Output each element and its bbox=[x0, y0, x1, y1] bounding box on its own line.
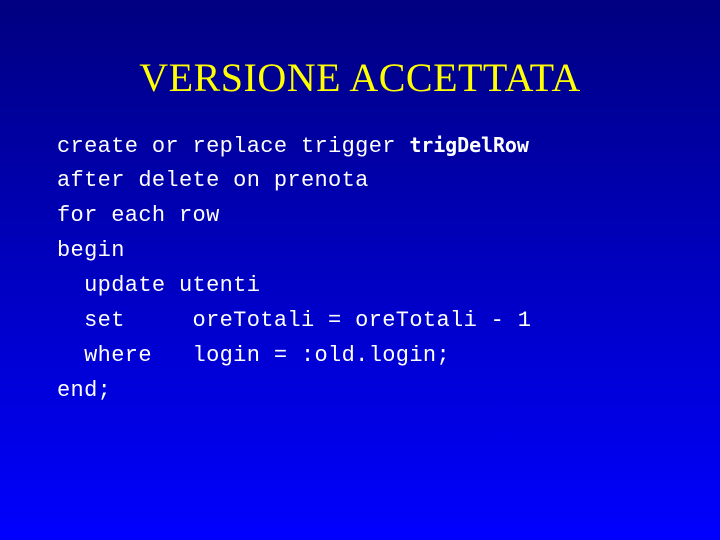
code-line: end; bbox=[57, 373, 677, 408]
code-line: set oreTotali = oreTotali - 1 bbox=[57, 303, 677, 338]
code-line: create or replace trigger trigDelRow bbox=[57, 128, 677, 163]
page-title: VERSIONE ACCETTATA bbox=[139, 55, 581, 100]
code-line: for each row bbox=[57, 198, 677, 233]
code-line-text: begin bbox=[57, 238, 125, 263]
code-line: begin bbox=[57, 233, 677, 268]
code-line-text: where login = :old.login; bbox=[84, 343, 451, 368]
code-line: where login = :old.login; bbox=[57, 338, 677, 373]
code-line: update utenti bbox=[57, 268, 677, 303]
code-line-indent bbox=[57, 308, 84, 333]
code-line: after delete on prenota bbox=[57, 163, 677, 198]
code-line-indent bbox=[57, 343, 84, 368]
code-line-text: create or replace trigger bbox=[57, 134, 410, 159]
code-line-text: after delete on prenota bbox=[57, 168, 369, 193]
code-line-text: end; bbox=[57, 378, 112, 403]
code-line-emphasis: trigDelRow bbox=[409, 133, 529, 157]
code-line-indent bbox=[57, 273, 84, 298]
code-block: create or replace trigger trigDelRow aft… bbox=[57, 128, 677, 408]
code-line-text: set oreTotali = oreTotali - 1 bbox=[84, 308, 532, 333]
code-line-text: for each row bbox=[57, 203, 220, 228]
presentation-slide: VERSIONE ACCETTATA create or replace tri… bbox=[0, 0, 720, 540]
code-line-text: update utenti bbox=[84, 273, 261, 298]
